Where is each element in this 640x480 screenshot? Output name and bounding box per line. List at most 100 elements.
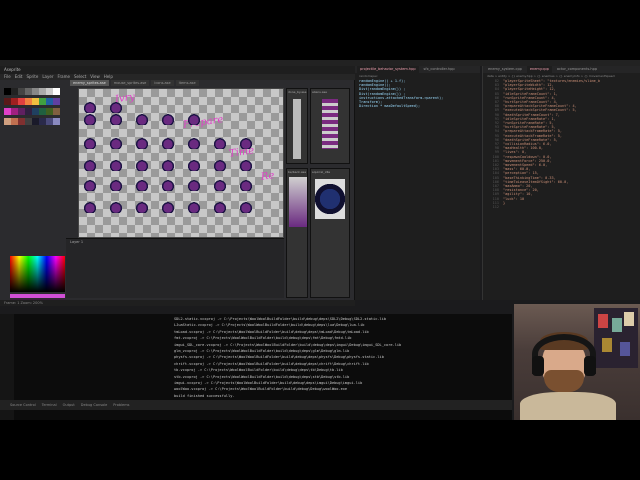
color-picker[interactable] [10,256,65,292]
palette-swatch[interactable] [53,118,60,125]
timeline-panel[interactable]: Layer 1 [66,238,284,298]
palette-swatch[interactable] [18,88,25,95]
preview-panel[interactable]: be/back.ase [286,168,308,298]
code-editor-middle[interactable]: projectile_behavior_system.hpp sfx_contro… [355,66,480,300]
palette-swatch[interactable] [25,108,32,115]
palette-swatch[interactable] [4,108,11,115]
person-shirt [520,392,616,420]
panel-tab[interactable]: Output [63,403,75,407]
panel-tab[interactable]: Debug Console [81,403,108,407]
palette-swatch[interactable] [25,118,32,125]
palette-swatch[interactable] [32,98,39,105]
panel-tab-bar: Source Control Terminal Output Debug Consol… [0,400,512,410]
palette-swatch[interactable] [53,88,60,95]
editor-title: Aseprite [0,66,355,74]
preview-label: be/back.ase [288,170,307,174]
editor-tab[interactable]: enemy_sprites.ase [70,80,109,86]
palette-swatch[interactable] [11,98,18,105]
preview-panel[interactable]: done_by.ase [286,88,308,164]
palette-swatch[interactable] [39,98,46,105]
enemy-sprite-frame [135,201,149,213]
line-number: 112 [492,205,499,210]
enemy-sprite-frame [135,137,149,149]
tool-panel[interactable] [4,132,62,242]
code-tab[interactable]: enemy_system.cpp [485,66,525,73]
pixel-editor-window: Aseprite File Edit Sprite Layer Frame Select V… [0,66,355,306]
palette-swatch[interactable] [4,98,11,105]
preview-panel[interactable]: aliens.ase [310,88,350,164]
palette-swatch[interactable] [39,108,46,115]
palette-swatch[interactable] [18,98,25,105]
code-tabs-middle: projectile_behavior_system.hpp sfx_contro… [355,66,480,73]
timeline-layer-row[interactable]: Layer 1 [66,239,284,245]
enemy-sprite-frame [213,201,227,213]
code-line: Direction * maxDefaultSpeed); [359,104,421,109]
palette-swatch[interactable] [25,98,32,105]
figure-item [602,338,612,352]
palette-swatch[interactable] [4,88,11,95]
editor-tab[interactable]: icons.ase [151,80,174,86]
code-tab[interactable]: sfx_controller.hpp [421,66,458,73]
figure-item [598,314,608,328]
enemy-sprite-frame [187,201,201,213]
palette-swatch[interactable] [46,118,53,125]
panel-tab[interactable]: Terminal [42,403,57,407]
palette-swatch[interactable] [39,118,46,125]
enemy-sprite-frame [187,179,201,191]
enemy-sprite-frame [135,113,149,125]
enemy-sprite-frame [239,137,253,149]
palette-swatch[interactable] [25,88,32,95]
palette-swatch[interactable] [4,118,11,125]
code-tab[interactable]: actor_components.hpp [554,66,600,73]
menu-item[interactable]: File [4,74,11,80]
palette-swatch[interactable] [46,108,53,115]
palette-swatch[interactable] [32,88,39,95]
headphone-cup-right [584,356,596,376]
headphone-cup-left [532,356,544,376]
palette-swatch[interactable] [46,88,53,95]
code-tab[interactable]: projectile_behavior_system.hpp [357,66,419,73]
preview-panel[interactable]: squirrel_idle [310,168,350,298]
code-line: 112 [483,205,640,209]
palette-swatch[interactable] [32,108,39,115]
menu-item[interactable]: Frame [57,74,69,80]
palette-swatch[interactable] [11,108,18,115]
code-text: "luck": 10 [503,196,525,201]
code-lines-right: 82 "playerSpriteSheet": "textures/enemies… [483,79,640,209]
menu-item[interactable]: Edit [15,74,23,80]
color-palette[interactable] [4,88,62,128]
code-tabs-right: enemy_system.cpp enemy.cpp actor_component… [483,66,640,73]
enemy-sprite-frame [109,201,123,213]
enemy-sprite-frame [187,137,201,149]
palette-swatch[interactable] [53,108,60,115]
screen: Aseprite File Edit Sprite Layer Frame Select V… [0,0,640,480]
palette-swatch[interactable] [32,118,39,125]
palette-swatch[interactable] [39,88,46,95]
enemy-sprite-frame [239,159,253,171]
palette-swatch[interactable] [18,118,25,125]
menu-item[interactable]: Layer [42,74,53,80]
code-editor-right[interactable]: enemy_system.cpp enemy.cpp actor_component… [482,66,640,300]
menu-item[interactable]: Sprite [26,74,38,80]
sprite-canvas[interactable]: Ivry Prepare Time Re [78,88,284,238]
enemy-sprite-frame [161,159,175,171]
editor-tab[interactable]: items.ase [175,80,199,86]
enemy-sprite-frame [213,159,227,171]
enemy-sprite-frame [109,137,123,149]
enemy-sprite-frame [83,159,97,171]
palette-swatch[interactable] [46,98,53,105]
panel-tab[interactable]: Source Control [10,403,36,407]
palette-swatch[interactable] [11,118,18,125]
code-tab[interactable]: enemy.cpp [526,66,552,73]
enemy-sprite-frame [83,201,97,213]
palette-swatch[interactable] [18,108,25,115]
editor-tab[interactable]: mouse_sprites.ase [110,80,150,86]
code-text: } [503,200,506,205]
foreground-color[interactable] [10,294,65,298]
enemy-sprite-frame [83,179,97,191]
palette-swatch[interactable] [53,98,60,105]
panel-tab[interactable]: Problems [113,403,129,407]
preview-image [315,179,345,219]
palette-swatch[interactable] [11,88,18,95]
preview-image [289,177,307,227]
